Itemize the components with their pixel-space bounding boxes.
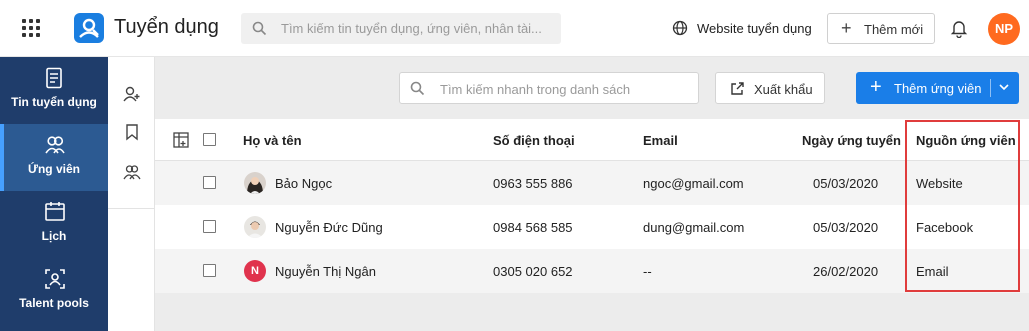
secondary-nav-spacer — [108, 209, 155, 331]
candidate-phone: 0305 020 652 — [493, 264, 573, 279]
row-checkbox[interactable] — [203, 220, 216, 233]
job-post-icon — [46, 67, 62, 89]
table-header: Họ và tên Số điện thoại Email Ngày ứng t… — [155, 119, 1029, 161]
column-header-email[interactable]: Email — [643, 133, 678, 148]
candidate-name[interactable]: Bảo Ngọc — [275, 176, 332, 191]
button-divider — [990, 79, 991, 97]
notification-bell-icon[interactable] — [950, 19, 968, 41]
bookmark-icon[interactable] — [123, 123, 141, 144]
add-user-icon[interactable] — [123, 85, 141, 106]
candidate-phone: 0984 568 585 — [493, 220, 573, 235]
list-search-placeholder: Tìm kiếm nhanh trong danh sách — [440, 82, 631, 97]
candidate-list-panel: Tìm kiếm nhanh trong danh sách Xuất khẩu… — [155, 57, 1029, 331]
chevron-down-icon[interactable] — [997, 80, 1011, 97]
add-new-button[interactable]: + Thêm mới — [827, 13, 935, 44]
select-all-checkbox[interactable] — [203, 133, 216, 146]
candidate-avatar: N — [244, 260, 266, 282]
secondary-nav — [108, 57, 155, 209]
globe-icon — [672, 20, 688, 36]
column-header-applied-date[interactable]: Ngày ứng tuyển — [802, 133, 901, 148]
search-icon — [410, 81, 425, 96]
candidate-email: dung@gmail.com — [643, 220, 745, 235]
add-candidate-button[interactable]: + Thêm ứng viên — [856, 72, 1019, 104]
talent-pool-icon — [45, 269, 65, 289]
candidate-applied-date: 05/03/2020 — [813, 220, 879, 235]
candidate-source: Website — [916, 176, 963, 191]
sidebar-item-talent-pools[interactable]: Talent pools — [0, 258, 108, 325]
calendar-icon — [45, 202, 65, 221]
sidebar-item-label: Lịch — [41, 229, 67, 243]
candidate-applied-date: 26/02/2020 — [813, 264, 879, 279]
apps-grid-icon[interactable] — [22, 19, 42, 39]
candidate-avatar — [244, 216, 266, 238]
sidebar-item-calendar[interactable]: Lịch — [0, 191, 108, 258]
table-row[interactable]: N Nguyễn Thị Ngân 0305 020 652 -- 26/02/… — [155, 249, 1029, 293]
plus-icon: + — [841, 18, 852, 38]
sidebar-item-job-posts[interactable]: Tin tuyển dụng — [0, 57, 108, 124]
global-search-input[interactable]: Tìm kiếm tin tuyển dụng, ứng viên, nhân … — [241, 13, 561, 44]
user-avatar[interactable]: NP — [988, 13, 1020, 45]
candidate-source: Email — [916, 264, 949, 279]
column-header-source[interactable]: Nguồn ứng viên — [916, 133, 1016, 148]
candidate-applied-date: 05/03/2020 — [813, 176, 879, 191]
add-candidate-label: Thêm ứng viên — [894, 81, 982, 96]
sidebar-item-label: Ứng viên — [28, 162, 80, 176]
export-icon — [731, 82, 744, 95]
export-button[interactable]: Xuất khẩu — [715, 72, 825, 104]
candidates-icon — [45, 136, 65, 154]
sidebar-item-label: Talent pools — [19, 296, 89, 310]
sidebar-item-candidates[interactable]: Ứng viên — [0, 124, 108, 191]
column-header-name[interactable]: Họ và tên — [243, 133, 302, 148]
sidebar: Tin tuyển dụng Ứng viên Lịch Talent pool… — [0, 57, 108, 331]
sidebar-item-label: Tin tuyển dụng — [11, 95, 97, 109]
row-checkbox[interactable] — [203, 264, 216, 277]
app-logo-icon — [74, 13, 104, 43]
table-row[interactable]: Bảo Ngọc 0963 555 886 ngoc@gmail.com 05/… — [155, 161, 1029, 205]
column-header-phone[interactable]: Số điện thoại — [493, 133, 575, 148]
search-icon — [252, 21, 267, 36]
website-link-label: Website tuyển dụng — [697, 21, 812, 36]
candidate-phone: 0963 555 886 — [493, 176, 573, 191]
row-checkbox[interactable] — [203, 176, 216, 189]
candidate-name[interactable]: Nguyễn Đức Dũng — [275, 220, 383, 235]
group-icon[interactable] — [123, 163, 141, 184]
candidate-email: ngoc@gmail.com — [643, 176, 744, 191]
candidate-email: -- — [643, 264, 652, 279]
add-new-label: Thêm mới — [864, 22, 924, 37]
export-label: Xuất khẩu — [754, 82, 813, 97]
top-bar: Tuyển dụng Tìm kiếm tin tuyển dụng, ứng … — [0, 0, 1029, 57]
candidate-source: Facebook — [916, 220, 974, 235]
candidate-avatar — [244, 172, 266, 194]
list-search-input[interactable]: Tìm kiếm nhanh trong danh sách — [399, 72, 699, 104]
candidate-name[interactable]: Nguyễn Thị Ngân — [275, 264, 376, 279]
column-settings-icon[interactable] — [173, 132, 189, 151]
table-row[interactable]: Nguyễn Đức Dũng 0984 568 585 dung@gmail.… — [155, 205, 1029, 249]
plus-icon: + — [870, 76, 882, 98]
global-search-placeholder: Tìm kiếm tin tuyển dụng, ứng viên, nhân … — [281, 21, 542, 36]
app-title: Tuyển dụng — [114, 16, 219, 38]
